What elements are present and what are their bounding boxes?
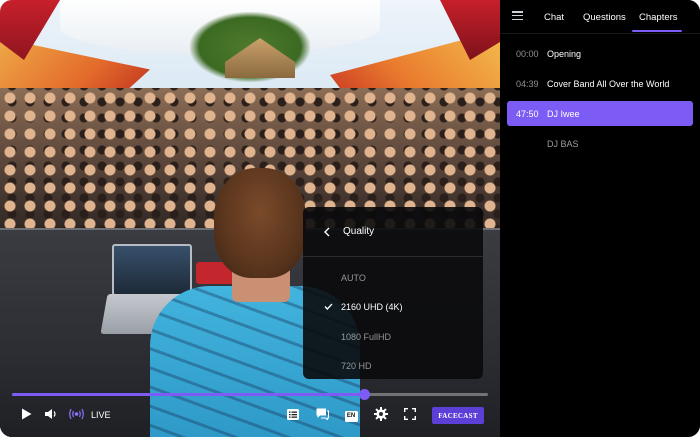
quality-option-label: 720 HD: [341, 361, 372, 372]
comments-icon: [316, 407, 329, 425]
checkmark-icon: [324, 302, 333, 312]
chapters-list-icon: [287, 407, 299, 425]
facecast-brand-button[interactable]: FACECAST: [432, 407, 484, 424]
chapter-time: 00:00: [516, 48, 539, 59]
chapter-title: DJ BAS: [547, 138, 579, 149]
live-button[interactable]: [67, 407, 85, 425]
chapter-title: Cover Band All Over the World: [547, 78, 670, 89]
video-frame[interactable]: Quality AUTO 2160 UHD (4K) 1080 FullHD 7…: [0, 0, 500, 437]
quality-option-720[interactable]: 720 HD: [303, 352, 483, 382]
language-en-icon: EN: [344, 410, 358, 422]
quality-option-label: 1080 FullHD: [341, 331, 392, 342]
quality-menu-header[interactable]: Quality: [303, 207, 483, 257]
chapter-item-active[interactable]: 47:50 DJ Iwee: [507, 101, 693, 126]
tab-chapters[interactable]: Chapters: [639, 12, 678, 23]
chapter-item[interactable]: DJ BAS: [507, 131, 693, 156]
fullscreen-icon: [404, 407, 416, 425]
quality-menu: Quality AUTO 2160 UHD (4K) 1080 FullHD 7…: [303, 207, 483, 379]
chapter-time: 04:39: [516, 78, 539, 89]
quality-option-auto[interactable]: AUTO: [303, 263, 483, 293]
volume-button[interactable]: [42, 407, 60, 425]
side-panel: Chat Questions Chapters 00:00 Opening 04…: [500, 0, 700, 437]
chapters-button[interactable]: [285, 407, 301, 425]
video-scene-dj-head: [214, 168, 306, 278]
live-broadcast-icon: [68, 407, 85, 425]
video-scene-laptop: [112, 244, 192, 296]
settings-button[interactable]: [372, 406, 389, 426]
quality-option-1080[interactable]: 1080 FullHD: [303, 322, 483, 352]
play-icon: [21, 407, 32, 425]
quality-option-2160[interactable]: 2160 UHD (4K): [303, 293, 483, 323]
chapter-item[interactable]: 04:39 Cover Band All Over the World: [507, 71, 693, 96]
chapter-item[interactable]: 00:00 Opening: [507, 41, 693, 66]
quality-option-label: AUTO: [341, 272, 366, 283]
tab-questions[interactable]: Questions: [583, 12, 626, 23]
gear-icon: [373, 406, 388, 426]
live-label: LIVE: [91, 410, 111, 420]
chapter-title: Opening: [547, 48, 582, 59]
fullscreen-button[interactable]: [402, 407, 418, 425]
hamburger-menu-icon[interactable]: [512, 11, 523, 21]
tab-chat[interactable]: Chat: [544, 12, 564, 23]
subtitles-button[interactable]: EN: [343, 407, 359, 425]
chapter-time: 47:50: [516, 108, 539, 119]
progress-fill: [12, 393, 365, 396]
panel-tabs: Chat Questions Chapters: [500, 0, 700, 34]
progress-bar[interactable]: [12, 389, 488, 400]
chapter-title: DJ Iwee: [547, 108, 580, 119]
quality-option-label: 2160 UHD (4K): [341, 302, 403, 313]
comments-button[interactable]: [314, 407, 330, 425]
quality-menu-title: Quality: [343, 226, 375, 237]
chevron-left-icon[interactable]: [323, 224, 331, 240]
volume-icon: [44, 407, 59, 425]
play-button[interactable]: [18, 407, 34, 425]
app-window: Quality AUTO 2160 UHD (4K) 1080 FullHD 7…: [0, 0, 700, 437]
active-tab-indicator: [632, 30, 682, 32]
